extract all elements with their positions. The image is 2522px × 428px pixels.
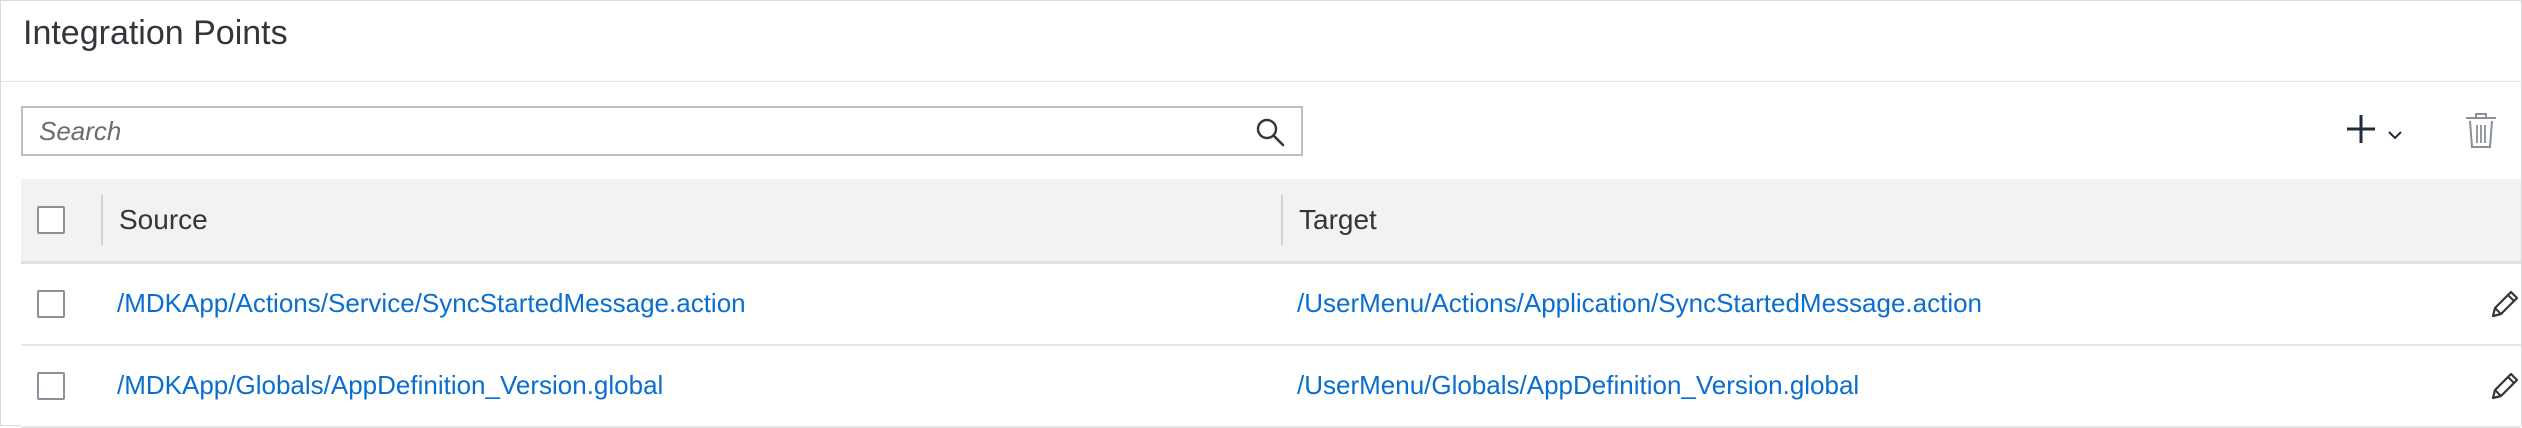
- title-divider: [1, 81, 2521, 82]
- column-separator: [101, 195, 103, 245]
- source-link[interactable]: /MDKApp/Globals/AppDefinition_Version.gl…: [117, 369, 663, 401]
- edit-icon[interactable]: [2489, 288, 2521, 320]
- column-header-source[interactable]: Source: [119, 203, 208, 237]
- source-link[interactable]: /MDKApp/Actions/Service/SyncStartedMessa…: [117, 287, 746, 319]
- select-all-checkbox[interactable]: [37, 206, 65, 234]
- target-link[interactable]: /UserMenu/Globals/AppDefinition_Version.…: [1297, 369, 1859, 401]
- column-header-target[interactable]: Target: [1299, 203, 1377, 237]
- delete-button[interactable]: [2463, 111, 2499, 151]
- table-row[interactable]: /MDKApp/Globals/AppDefinition_Version.gl…: [21, 346, 2521, 428]
- table-row[interactable]: /MDKApp/Actions/Service/SyncStartedMessa…: [21, 264, 2521, 346]
- table-header: Source Target: [21, 179, 2521, 264]
- row-checkbox[interactable]: [37, 290, 65, 318]
- column-separator: [1281, 195, 1283, 245]
- plus-icon: [2347, 115, 2402, 143]
- search-input[interactable]: [39, 108, 1239, 154]
- integration-points-panel: Integration Points Source: [0, 0, 2522, 428]
- search-field[interactable]: [21, 106, 1303, 156]
- row-checkbox[interactable]: [37, 372, 65, 400]
- search-icon[interactable]: [1255, 117, 1285, 147]
- add-button[interactable]: [2347, 111, 2417, 151]
- edit-icon[interactable]: [2489, 370, 2521, 402]
- integration-points-table: Source Target /MDKApp/Actions/Service/Sy…: [21, 179, 2521, 428]
- trash-icon: [2466, 113, 2496, 148]
- target-link[interactable]: /UserMenu/Actions/Application/SyncStarte…: [1297, 287, 1982, 319]
- panel-title: Integration Points: [23, 14, 288, 52]
